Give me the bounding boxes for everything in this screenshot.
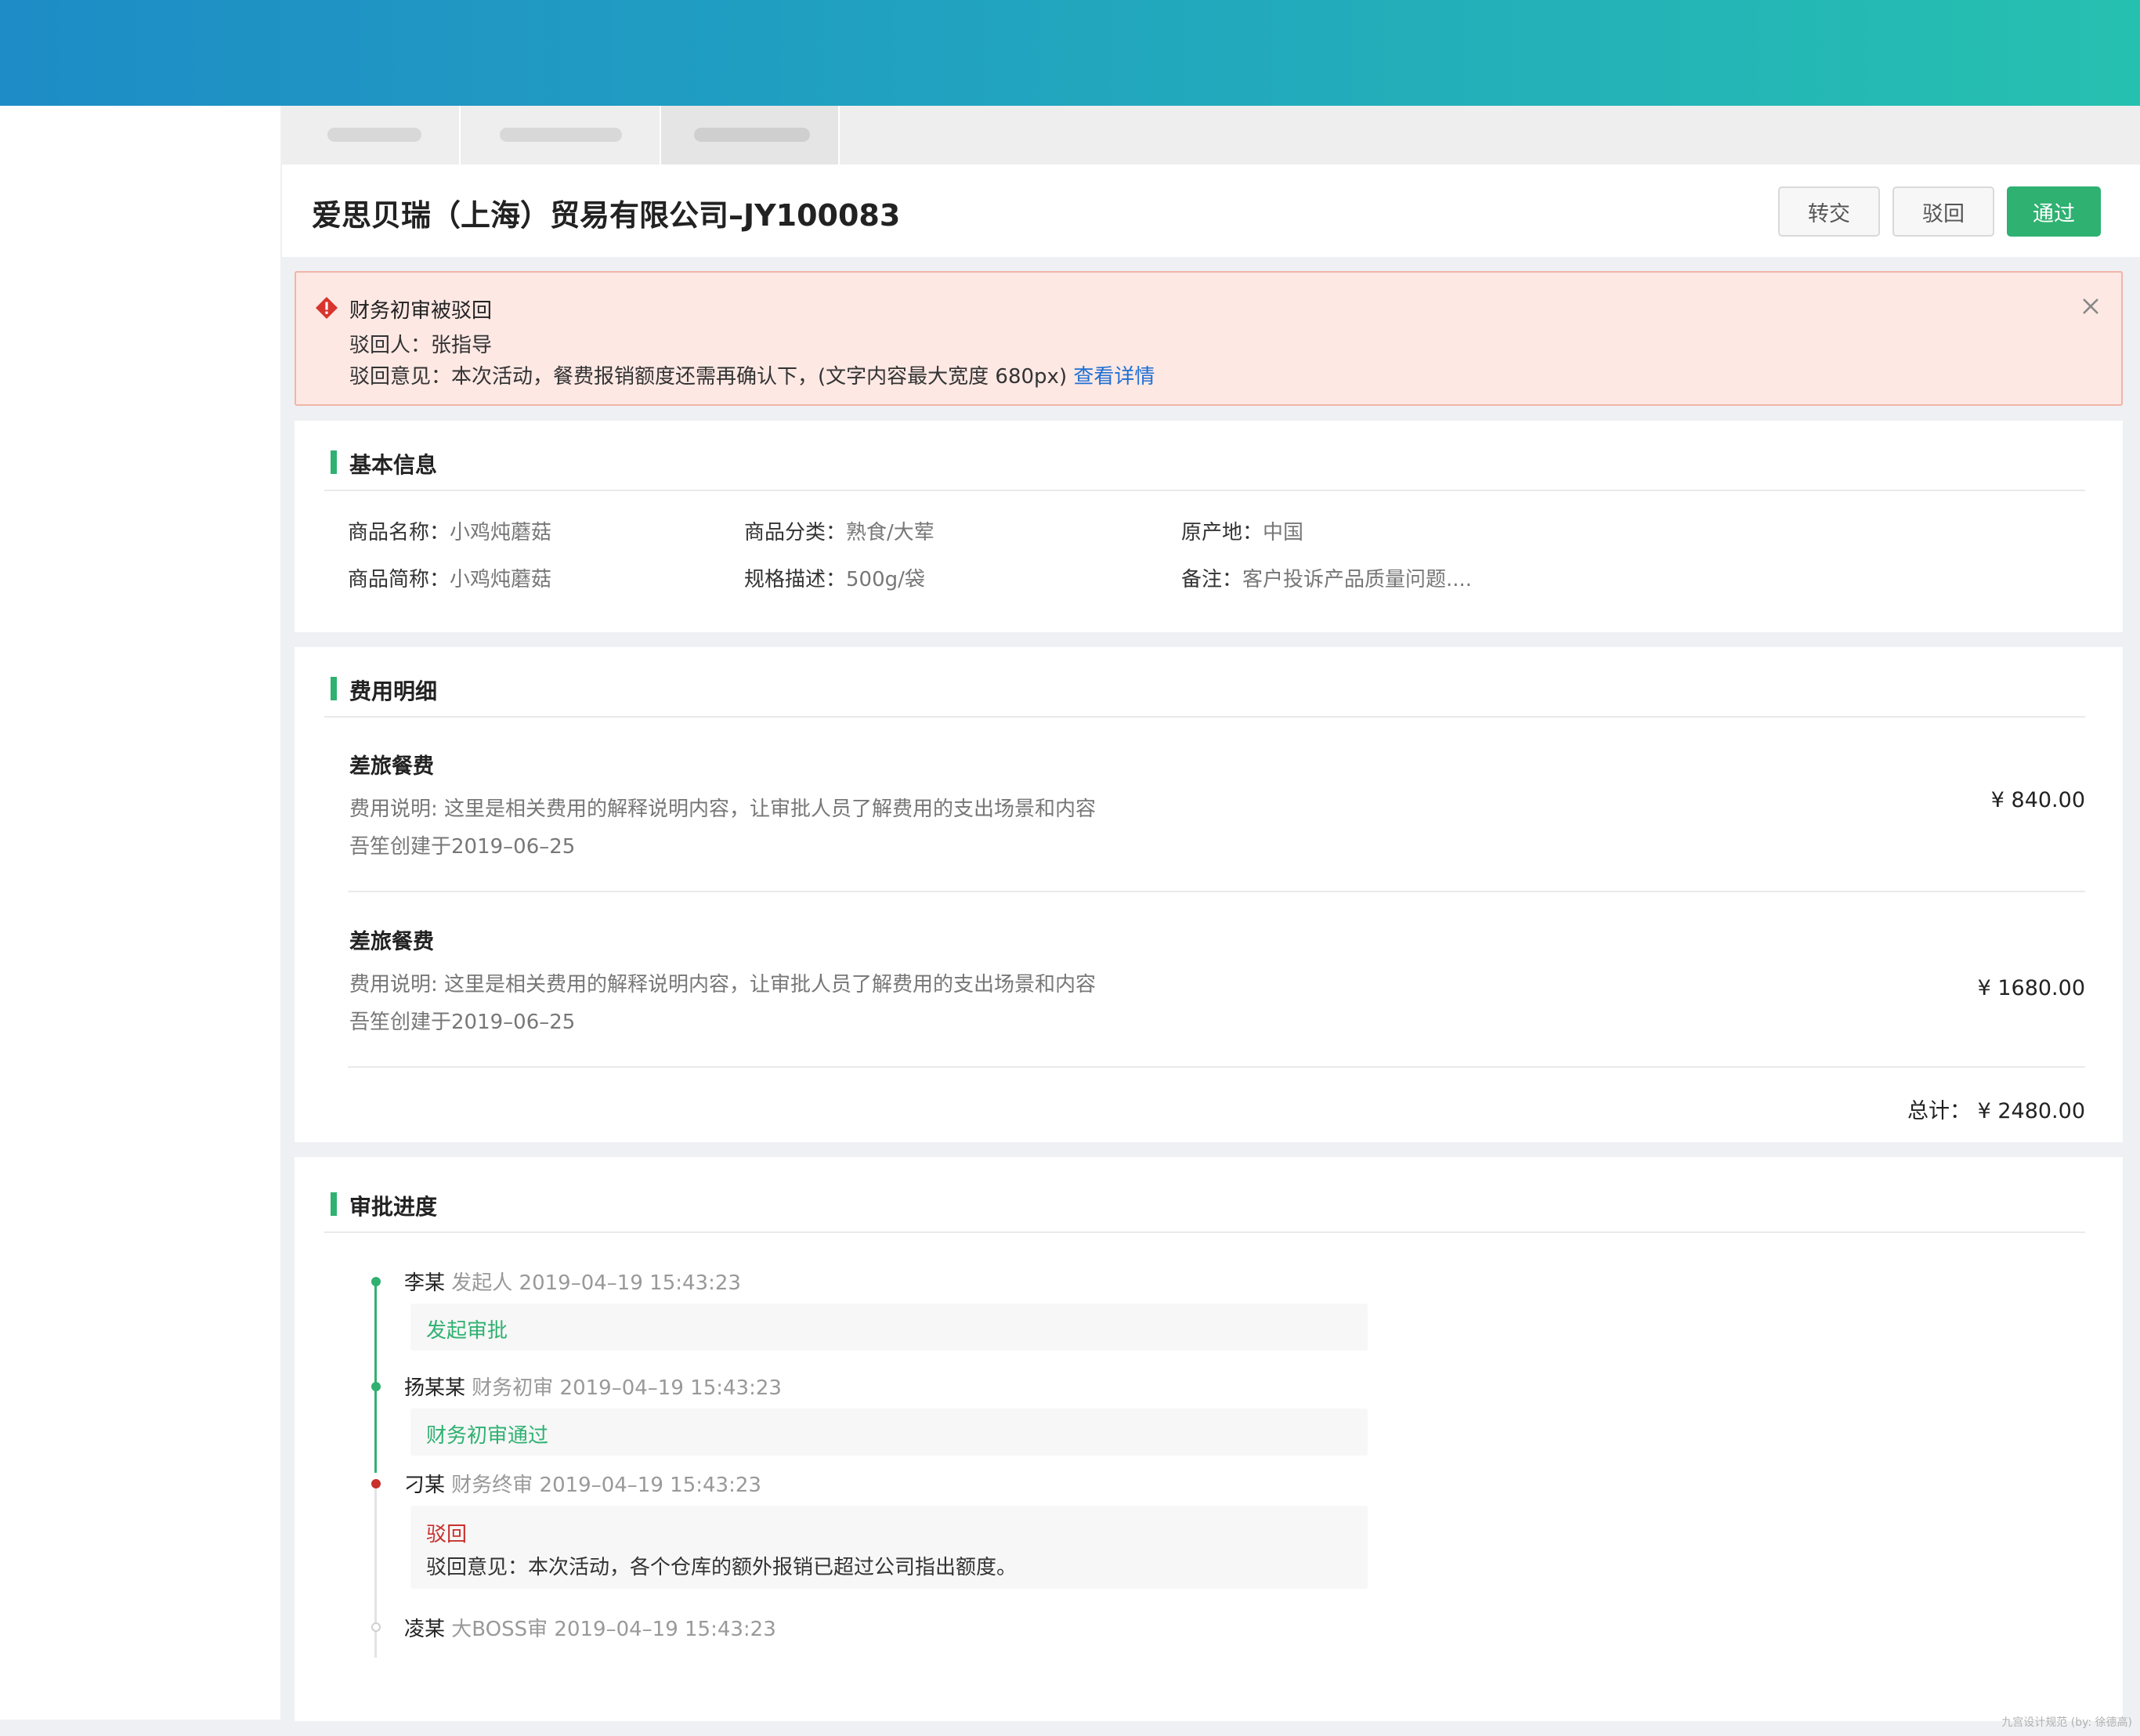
section-accent — [331, 1192, 337, 1216]
field-category: 商品分类：熟食/大荤 — [744, 516, 934, 545]
approver-name: 凌某 — [404, 1618, 446, 1641]
field-label: 商品简称： — [348, 568, 450, 591]
section-title: 费用明细 — [349, 678, 438, 704]
reject-alert: 财务初审被驳回 驳回人：张指导 驳回意见：本次活动，餐费报销额度还需再确认下，(… — [295, 271, 2123, 406]
basic-info-card: 基本信息 商品名称：小鸡炖蘑菇 商品分类：熟食/大荤 原产地：中国 商品简称：小… — [295, 421, 2123, 632]
field-value: 客户投诉产品质量问题.... — [1242, 568, 1473, 591]
tab-3[interactable] — [661, 106, 840, 165]
alert-title: 财务初审被驳回 — [349, 299, 493, 323]
step-status: 财务初审通过 — [426, 1424, 549, 1448]
timeline-step-header: 刁某 财务终审 2019–04–19 15:43:23 — [404, 1469, 761, 1498]
timeline-step-box: 驳回 驳回意见：本次活动，各个仓库的额外报销已超过公司指出额度。 — [410, 1506, 1368, 1589]
field-value: 小鸡炖蘑菇 — [450, 521, 552, 544]
tab-placeholder — [694, 128, 810, 142]
timeline-step-header: 扬某某 财务初审 2019–04–19 15:43:23 — [404, 1372, 782, 1401]
approver-meta: 发起人 2019–04–19 15:43:23 — [451, 1271, 741, 1295]
fee-item-created: 吾笙创建于2019–06–25 — [349, 1011, 576, 1034]
step-status: 发起审批 — [426, 1319, 508, 1343]
field-label: 备注： — [1181, 568, 1243, 591]
page-header: 爱思贝瑞（上海）贸易有限公司–JY100083 转交 驳回 通过 — [282, 165, 2140, 257]
field-remark: 备注：客户投诉产品质量问题.... — [1181, 563, 1472, 592]
step-opinion: 驳回意见：本次活动，各个仓库的额外报销已超过公司指出额度。 — [426, 1556, 1018, 1579]
timeline-step-box: 发起审批 — [410, 1304, 1368, 1351]
section-title: 审批进度 — [349, 1194, 438, 1220]
field-value: 中国 — [1263, 521, 1304, 544]
field-value: 500g/袋 — [846, 568, 925, 591]
timeline-dot — [371, 1479, 381, 1488]
fee-item-created: 吾笙创建于2019–06–25 — [349, 835, 576, 859]
section-accent — [331, 677, 337, 700]
transfer-button[interactable]: 转交 — [1778, 186, 1880, 237]
error-diamond-icon — [316, 297, 338, 319]
tab-placeholder — [327, 128, 421, 142]
section-accent — [331, 450, 337, 474]
fee-item-desc: 费用说明: 这里是相关费用的解释说明内容，让审批人员了解费用的支出场景和内容 — [349, 797, 1097, 821]
page-title: 爱思贝瑞（上海）贸易有限公司–JY100083 — [312, 198, 901, 233]
field-short-name: 商品简称：小鸡炖蘑菇 — [348, 563, 551, 592]
timeline-dot — [371, 1382, 381, 1391]
alert-opinion: 驳回意见：本次活动，餐费报销额度还需再确认下，(文字内容最大宽度 680px) … — [349, 360, 1155, 389]
field-spec: 规格描述：500g/袋 — [744, 563, 925, 592]
approver-meta: 大BOSS审 2019–04–19 15:43:23 — [451, 1618, 776, 1641]
rejecter-label: 驳回人： — [349, 334, 432, 357]
fee-details-card: 费用明细 差旅餐费 费用说明: 这里是相关费用的解释说明内容，让审批人员了解费用… — [295, 647, 2123, 1142]
footer-note: 九宫设计规范 (by: 徐德高) — [2001, 1716, 2132, 1729]
fee-item-name: 差旅餐费 — [349, 930, 434, 954]
close-icon[interactable] — [2079, 295, 2102, 318]
reject-button[interactable]: 驳回 — [1892, 186, 1994, 237]
field-product-name: 商品名称：小鸡炖蘑菇 — [348, 516, 551, 545]
tab-bar — [282, 106, 2140, 165]
rejecter-value: 张指导 — [431, 334, 493, 357]
section-divider — [324, 1231, 2085, 1233]
section-divider — [324, 490, 2085, 491]
fee-item-amount: ¥ 1680.00 — [1977, 976, 2085, 1000]
step-status: 驳回 — [426, 1523, 468, 1546]
tab-1[interactable] — [282, 106, 461, 165]
timeline-step-box: 财务初审通过 — [410, 1409, 1368, 1456]
fee-item-amount: ¥ 840.00 — [1990, 788, 2085, 812]
approver-name: 刁某 — [404, 1474, 446, 1497]
timeline-line — [374, 1282, 377, 1473]
field-label: 商品名称： — [348, 521, 450, 544]
approver-meta: 财务初审 2019–04–19 15:43:23 — [472, 1376, 782, 1400]
fee-divider — [348, 891, 2085, 892]
approver-meta: 财务终审 2019–04–19 15:43:23 — [451, 1474, 761, 1497]
field-origin: 原产地：中国 — [1181, 516, 1303, 545]
field-label: 原产地： — [1181, 521, 1263, 544]
fee-item-desc: 费用说明: 这里是相关费用的解释说明内容，让审批人员了解费用的支出场景和内容 — [349, 973, 1097, 996]
field-value: 熟食/大荤 — [846, 521, 934, 544]
field-label: 规格描述： — [744, 568, 847, 591]
alert-rejecter: 驳回人：张指导 — [349, 329, 492, 358]
section-title: 基本信息 — [349, 452, 438, 478]
approver-name: 李某 — [404, 1271, 446, 1295]
timeline-step-header: 凌某 大BOSS审 2019–04–19 15:43:23 — [404, 1613, 776, 1642]
field-label: 商品分类： — [744, 521, 847, 544]
fee-item-name: 差旅餐费 — [349, 754, 434, 779]
opinion-label: 驳回意见： — [349, 365, 452, 389]
approve-button[interactable]: 通过 — [2007, 186, 2101, 237]
top-banner — [0, 0, 2140, 106]
field-value: 小鸡炖蘑菇 — [450, 568, 552, 591]
approver-name: 扬某某 — [404, 1376, 466, 1400]
tab-2[interactable] — [461, 106, 661, 165]
section-divider — [324, 716, 2085, 718]
sidebar — [0, 106, 280, 1720]
fee-total: 总计： ¥ 2480.00 — [1907, 1099, 2085, 1123]
timeline-dot — [371, 1622, 381, 1632]
tab-placeholder — [500, 128, 622, 142]
timeline-dot — [371, 1277, 381, 1286]
fee-divider — [348, 1066, 2085, 1068]
view-details-link[interactable]: 查看详情 — [1073, 365, 1155, 389]
opinion-value: 本次活动，餐费报销额度还需再确认下，(文字内容最大宽度 680px) — [451, 365, 1068, 389]
timeline-step-header: 李某 发起人 2019–04–19 15:43:23 — [404, 1267, 741, 1296]
approval-progress-card: 审批进度 李某 发起人 2019–04–19 15:43:23 发起审批 扬某某… — [295, 1157, 2123, 1721]
